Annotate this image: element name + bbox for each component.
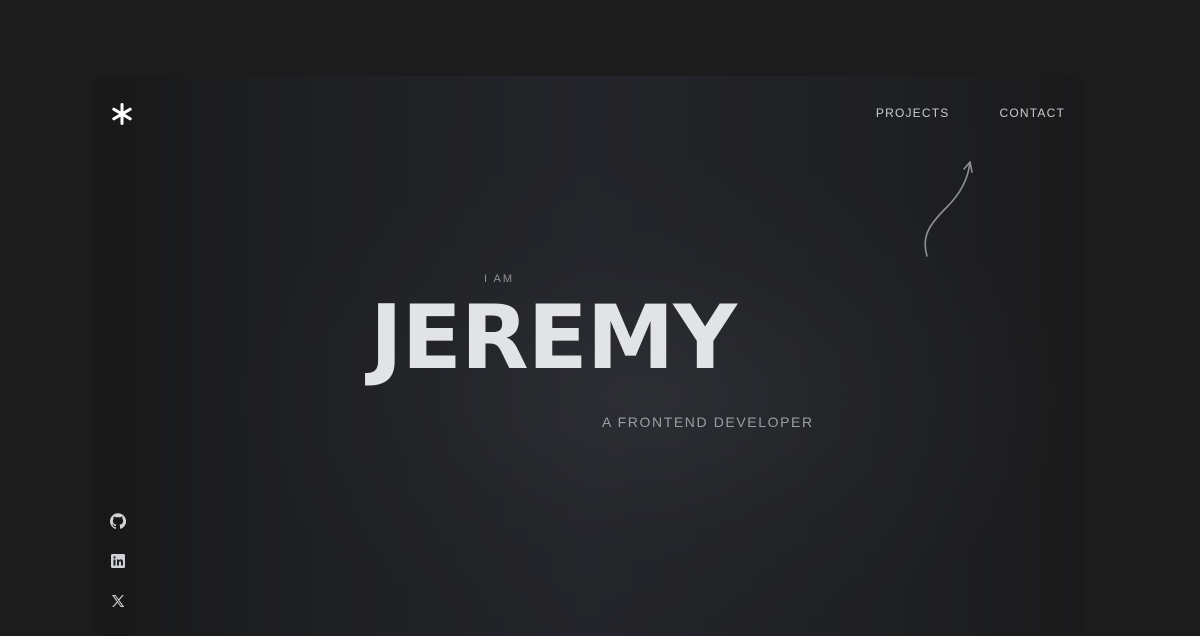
github-link[interactable]: [110, 513, 126, 529]
nav-contact-link[interactable]: CONTACT: [999, 106, 1065, 120]
hero-pretitle: I AM: [484, 273, 515, 285]
linkedin-icon: [111, 554, 125, 568]
hero-card: PROJECTS CONTACT I AM JEREMY A FRONTEND …: [92, 76, 1084, 636]
linkedin-link[interactable]: [110, 553, 126, 569]
nav-projects-link[interactable]: PROJECTS: [876, 106, 950, 120]
asterisk-icon[interactable]: [110, 102, 134, 126]
hero-name: JEREMY: [370, 286, 737, 389]
social-links: [110, 513, 126, 609]
x-link[interactable]: [110, 593, 126, 609]
x-icon: [112, 595, 125, 607]
github-icon: [110, 513, 126, 529]
hero-role: A FRONTEND DEVELOPER: [602, 414, 814, 430]
curved-arrow-icon: [924, 161, 973, 257]
main-nav: PROJECTS CONTACT: [876, 106, 1065, 120]
